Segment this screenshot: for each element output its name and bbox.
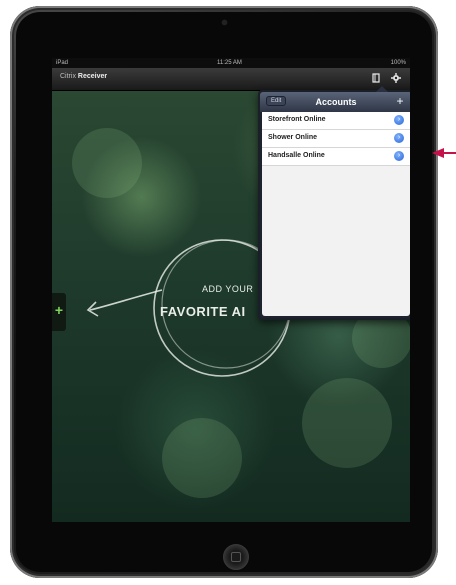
popover-header: Edit Accounts + [260,92,410,112]
disclosure-icon[interactable]: › [394,151,404,161]
disclosure-icon[interactable]: › [394,115,404,125]
accounts-list: Storefront Online › Shower Online › Hand… [262,112,410,316]
accounts-popover: Edit Accounts + Storefront Online › Show… [258,86,410,320]
popover-title: Accounts [315,97,357,107]
callout-arrow-line [443,152,456,154]
account-label: Storefront Online [268,116,326,123]
account-label: Handsalle Online [268,152,325,159]
app-screen: iPad 11:25 AM 100% Citrix Receiver + ADD… [52,58,410,522]
home-button[interactable] [223,544,249,570]
add-account-button[interactable]: + [394,95,406,107]
account-row-handsalle[interactable]: Handsalle Online › [262,148,410,166]
account-row-storefront[interactable]: Storefront Online › [262,112,410,130]
chalk-message-line2: FAVORITE AI [160,304,246,319]
account-row-shower[interactable]: Shower Online › [262,130,410,148]
front-camera [222,20,227,25]
disclosure-icon[interactable]: › [394,133,404,143]
account-label: Shower Online [268,134,318,141]
chalk-message-line1: ADD YOUR [202,284,254,294]
